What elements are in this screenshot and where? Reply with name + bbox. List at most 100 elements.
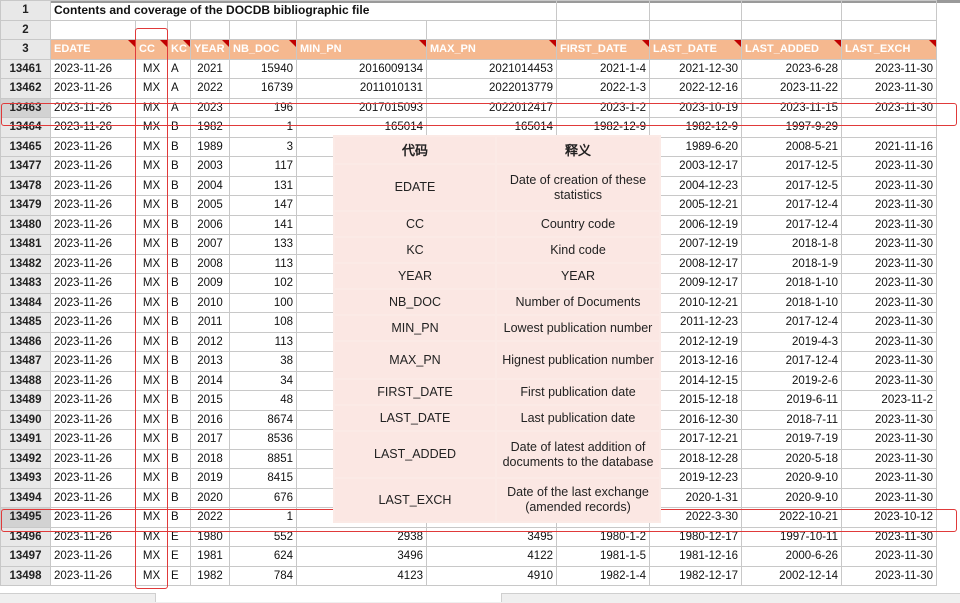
cell-last-exch[interactable]: 2023-10-12 — [842, 508, 937, 528]
row-number[interactable]: 13480 — [1, 215, 51, 235]
row-number[interactable]: 13492 — [1, 449, 51, 469]
cell-year[interactable]: 2018 — [191, 449, 230, 469]
cell-kc[interactable]: B — [168, 391, 191, 411]
cell-nb-doc[interactable]: 147 — [230, 196, 297, 216]
cell-last-added[interactable]: 2017-12-5 — [742, 157, 842, 177]
column-header-last-date[interactable]: LAST_DATE — [650, 40, 742, 60]
cell-edate[interactable]: 2023-11-26 — [51, 157, 136, 177]
row-number[interactable]: 13484 — [1, 293, 51, 313]
cell-min-pn[interactable]: 3496 — [297, 547, 427, 567]
cell-year[interactable]: 1980 — [191, 527, 230, 547]
cell-kc[interactable]: B — [168, 274, 191, 294]
cell-edate[interactable]: 2023-11-26 — [51, 79, 136, 99]
cell-first-date[interactable]: 1980-1-2 — [557, 527, 650, 547]
cell-edate[interactable]: 2023-11-26 — [51, 391, 136, 411]
cell-first-date[interactable]: 1981-1-5 — [557, 547, 650, 567]
cell-nb-doc[interactable]: 8674 — [230, 410, 297, 430]
cell-kc[interactable]: B — [168, 313, 191, 333]
cell-last-added[interactable]: 2023-11-15 — [742, 98, 842, 118]
cell-nb-doc[interactable]: 8415 — [230, 469, 297, 489]
row-number[interactable]: 13478 — [1, 176, 51, 196]
cell-year[interactable]: 1982 — [191, 118, 230, 138]
cell-last-date[interactable]: 2015-12-18 — [650, 391, 742, 411]
cell-last-date[interactable]: 2021-12-30 — [650, 59, 742, 79]
cell-cc[interactable]: MX — [136, 527, 168, 547]
cell-nb-doc[interactable]: 3 — [230, 137, 297, 157]
row-number[interactable]: 13486 — [1, 332, 51, 352]
row-number[interactable]: 13483 — [1, 274, 51, 294]
row-number[interactable]: 13462 — [1, 79, 51, 99]
cell-cc[interactable]: MX — [136, 274, 168, 294]
cell-last-exch[interactable]: 2021-11-16 — [842, 137, 937, 157]
column-header-edate[interactable]: EDATE — [51, 40, 136, 60]
cell-kc[interactable]: B — [168, 157, 191, 177]
cell-last-added[interactable]: 2000-6-26 — [742, 547, 842, 567]
column-header-last-exch[interactable]: LAST_EXCH — [842, 40, 937, 60]
cell-year[interactable]: 2007 — [191, 235, 230, 255]
cell-cc[interactable]: MX — [136, 157, 168, 177]
cell-last-date[interactable]: 2012-12-19 — [650, 332, 742, 352]
cell-last-exch[interactable]: 2023-11-30 — [842, 293, 937, 313]
cell-last-added[interactable]: 2018-1-9 — [742, 254, 842, 274]
cell-cc[interactable]: MX — [136, 196, 168, 216]
cell-year[interactable]: 2008 — [191, 254, 230, 274]
cell-cc[interactable]: MX — [136, 118, 168, 138]
cell-edate[interactable]: 2023-11-26 — [51, 371, 136, 391]
cell-nb-doc[interactable]: 48 — [230, 391, 297, 411]
cell-cc[interactable]: MX — [136, 410, 168, 430]
cell[interactable] — [230, 20, 297, 40]
cell-kc[interactable]: B — [168, 449, 191, 469]
cell-last-added[interactable]: 2017-12-4 — [742, 352, 842, 372]
cell-nb-doc[interactable]: 141 — [230, 215, 297, 235]
cell-cc[interactable]: MX — [136, 235, 168, 255]
cell-kc[interactable]: B — [168, 488, 191, 508]
cell-cc[interactable]: MX — [136, 566, 168, 586]
column-header-cc[interactable]: CC — [136, 40, 168, 60]
cell-first-date[interactable]: 1982-1-4 — [557, 566, 650, 586]
column-header-first-date[interactable]: FIRST_DATE — [557, 40, 650, 60]
cell-last-date[interactable]: 2010-12-21 — [650, 293, 742, 313]
cell-kc[interactable]: A — [168, 59, 191, 79]
cell-last-exch[interactable]: 2023-11-30 — [842, 352, 937, 372]
cell-last-date[interactable]: 2003-12-17 — [650, 157, 742, 177]
cell[interactable] — [51, 20, 136, 40]
column-header-year[interactable]: YEAR — [191, 40, 230, 60]
cell-last-added[interactable]: 2008-5-21 — [742, 137, 842, 157]
cell-year[interactable]: 2010 — [191, 293, 230, 313]
cell-nb-doc[interactable]: 552 — [230, 527, 297, 547]
cell-nb-doc[interactable]: 38 — [230, 352, 297, 372]
column-header-nb-doc[interactable]: NB_DOC — [230, 40, 297, 60]
cell-year[interactable]: 2021 — [191, 59, 230, 79]
cell-edate[interactable]: 2023-11-26 — [51, 430, 136, 450]
cell-year[interactable]: 2022 — [191, 508, 230, 528]
cell-cc[interactable]: MX — [136, 98, 168, 118]
cell-last-added[interactable]: 1997-9-29 — [742, 118, 842, 138]
cell-nb-doc[interactable]: 15940 — [230, 59, 297, 79]
cell-last-date[interactable]: 1981-12-16 — [650, 547, 742, 567]
cell-last-exch[interactable]: 2023-11-30 — [842, 215, 937, 235]
cell-year[interactable]: 2013 — [191, 352, 230, 372]
cell-last-exch[interactable]: 2023-11-30 — [842, 176, 937, 196]
cell-nb-doc[interactable]: 8536 — [230, 430, 297, 450]
cell-nb-doc[interactable]: 113 — [230, 254, 297, 274]
cell[interactable] — [842, 20, 937, 40]
cell-last-date[interactable]: 2017-12-21 — [650, 430, 742, 450]
cell-cc[interactable]: MX — [136, 547, 168, 567]
cell[interactable] — [557, 1, 650, 21]
cell-cc[interactable]: MX — [136, 137, 168, 157]
cell[interactable] — [136, 20, 168, 40]
cell-nb-doc[interactable]: 8851 — [230, 449, 297, 469]
cell-nb-doc[interactable]: 34 — [230, 371, 297, 391]
cell-last-date[interactable]: 2014-12-15 — [650, 371, 742, 391]
cell-last-date[interactable]: 2007-12-19 — [650, 235, 742, 255]
row-number[interactable]: 13494 — [1, 488, 51, 508]
cell-edate[interactable]: 2023-11-26 — [51, 410, 136, 430]
cell-year[interactable]: 2012 — [191, 332, 230, 352]
cell-edate[interactable]: 2023-11-26 — [51, 235, 136, 255]
cell-last-date[interactable]: 1980-12-17 — [650, 527, 742, 547]
cell-edate[interactable]: 2023-11-26 — [51, 547, 136, 567]
cell-nb-doc[interactable]: 784 — [230, 566, 297, 586]
cell-cc[interactable]: MX — [136, 332, 168, 352]
cell-year[interactable]: 1981 — [191, 547, 230, 567]
cell-last-added[interactable]: 1997-10-11 — [742, 527, 842, 547]
